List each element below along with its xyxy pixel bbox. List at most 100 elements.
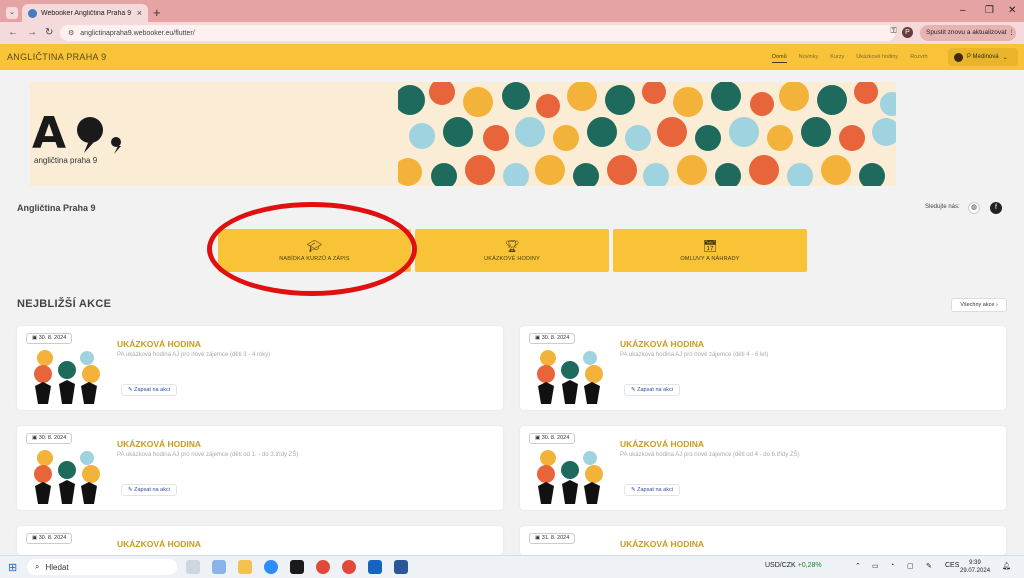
event-card[interactable]: ▣ 30. 8. 2024 UKÁZKOVÁ HODINA PA ukázkov… xyxy=(17,326,503,410)
excuses-label: OMLUVY A NÁHRADY xyxy=(680,255,740,262)
update-button[interactable]: Spustit znovu a aktualizovat ⋮ xyxy=(920,25,1016,41)
nav-news[interactable]: Novinky xyxy=(799,54,819,63)
all-events-label: Všechny akce xyxy=(960,302,995,308)
event-date: ▣ 30. 8. 2024 xyxy=(26,333,73,344)
event-date: ▣ 30. 8. 2024 xyxy=(529,433,576,444)
file-explorer-icon[interactable] xyxy=(238,560,252,574)
minimize-icon[interactable]: – xyxy=(960,5,966,16)
event-description: PA ukázková hodina AJ pro nové zájemce (… xyxy=(117,352,271,358)
back-icon[interactable]: ← xyxy=(8,27,18,38)
event-title: UKÁZKOVÁ HODINA xyxy=(117,539,202,549)
course-offer-button[interactable]: 🎓︎ NABÍDKA KURZŮ A ZÁPIS xyxy=(218,229,411,272)
enroll-button[interactable]: ✎ Zapsat na akci xyxy=(624,484,680,496)
kids-illustration xyxy=(537,350,603,404)
browser-toolbar: ← → ↻ ⚙ anglictinapraha9.webooker.eu/flu… xyxy=(0,22,1024,44)
forward-icon[interactable]: → xyxy=(27,27,37,38)
graduation-cap-icon: 🎓︎ xyxy=(306,238,323,253)
event-card[interactable]: ▣ 30. 8. 2024 UKÁZKOVÁ HODINA PA ukázkov… xyxy=(520,326,1006,410)
event-title: UKÁZKOVÁ HODINA xyxy=(117,439,202,449)
user-menu[interactable]: P Medinová ⌄ xyxy=(948,48,1018,66)
website-globe-icon[interactable]: ◍ xyxy=(968,202,980,214)
event-title: UKÁZKOVÁ HODINA xyxy=(117,339,202,349)
clock-time: 9:39 xyxy=(969,560,981,566)
zoom-app-icon[interactable] xyxy=(264,560,278,574)
tray-app-icon[interactable]: ▭ xyxy=(872,562,879,570)
sample-lessons-label: UKÁZKOVÉ HODINY xyxy=(484,255,540,262)
address-bar[interactable]: ⚙ anglictinapraha9.webooker.eu/flutter/ xyxy=(60,25,895,41)
event-card[interactable]: ▣ 30. 8. 2024 UKÁZKOVÁ HODINA PA ukázkov… xyxy=(520,426,1006,510)
profile-avatar[interactable]: P xyxy=(902,27,913,38)
event-date-text: 30. 8. 2024 xyxy=(38,535,67,541)
new-tab-icon[interactable]: + xyxy=(153,5,161,20)
system-clock[interactable]: 9:39 29.07.2024 xyxy=(960,559,990,575)
tray-network-icon[interactable]: ◔ xyxy=(890,562,894,569)
excuses-button[interactable]: 📅︎ OMLUVY A NÁHRADY xyxy=(613,229,807,272)
close-window-icon[interactable]: ✕ xyxy=(1008,5,1016,16)
trophy-icon: 🏆︎ xyxy=(504,238,520,253)
nav-home[interactable]: Domů xyxy=(772,54,787,63)
event-date-text: 30. 8. 2024 xyxy=(38,335,67,341)
windows-start-icon[interactable]: ⊞ xyxy=(8,561,17,574)
enroll-label: Zapsat na akci xyxy=(134,387,170,393)
tab-search-chevron-icon[interactable]: ⌄ xyxy=(6,7,18,19)
event-card[interactable]: ▣ 30. 8. 2024 UKÁZKOVÁ HODINA PA ukázkov… xyxy=(17,426,503,510)
tray-battery-icon[interactable]: ▢ xyxy=(907,562,914,570)
tab-title: Webooker Angličtina Praha 9 xyxy=(41,9,132,17)
chrome-profile-icon[interactable] xyxy=(342,560,356,574)
outlook-icon[interactable] xyxy=(368,560,382,574)
brand-title[interactable]: ANGLIČTINA PRAHA 9 xyxy=(7,52,106,62)
currency-widget[interactable]: USD/CZK +0,28% xyxy=(765,562,822,569)
nav-sample-lessons[interactable]: Ukázkové hodiny xyxy=(856,54,898,63)
main-nav: Domů Novinky Kurzy Ukázkové hodiny Rozvr… xyxy=(772,54,928,63)
all-events-button[interactable]: Všechny akce › xyxy=(951,298,1007,312)
event-title: UKÁZKOVÁ HODINA xyxy=(620,339,705,349)
chrome-icon[interactable] xyxy=(316,560,330,574)
enroll-button[interactable]: ✎ Zapsat na akci xyxy=(624,384,680,396)
widgets-icon[interactable] xyxy=(212,560,226,574)
event-card[interactable]: ▣ 30. 8. 2024 UKÁZKOVÁ HODINA xyxy=(17,526,503,555)
app-header: ANGLIČTINA PRAHA 9 Domů Novinky Kurzy Uk… xyxy=(0,44,1024,70)
sample-lessons-button[interactable]: 🏆︎ UKÁZKOVÉ HODINY xyxy=(415,229,609,272)
favicon-icon xyxy=(28,8,37,18)
language-indicator[interactable]: CES xyxy=(945,562,959,569)
browser-tab[interactable]: Webooker Angličtina Praha 9 × xyxy=(22,4,148,22)
close-tab-icon[interactable]: × xyxy=(137,8,142,18)
nav-schedule[interactable]: Rozvrh xyxy=(910,54,927,63)
event-title: UKÁZKOVÁ HODINA xyxy=(620,439,705,449)
nav-courses[interactable]: Kurzy xyxy=(830,54,844,63)
user-avatar-icon xyxy=(954,52,963,62)
tray-pen-icon[interactable]: ✎ xyxy=(926,562,932,570)
browser-tab-bar: ⌄ Webooker Angličtina Praha 9 × + – ❐ ✕ xyxy=(0,0,1024,22)
taskbar-search-label: Hledat xyxy=(45,562,69,572)
user-name: P Medinová xyxy=(967,54,999,60)
app-icon[interactable] xyxy=(290,560,304,574)
facebook-icon[interactable]: f xyxy=(990,202,1002,214)
kids-illustration xyxy=(34,450,100,504)
taskbar-search[interactable]: ⌕ Hledat xyxy=(27,559,177,575)
site-info-icon[interactable]: ⚙ xyxy=(68,29,74,37)
event-date-text: 30. 8. 2024 xyxy=(541,435,570,441)
event-card[interactable]: ▣ 31. 8. 2024 UKÁZKOVÁ HODINA xyxy=(520,526,1006,555)
enroll-label: Zapsat na akci xyxy=(134,487,170,493)
speech-bubble-pattern xyxy=(398,82,896,186)
password-key-icon[interactable]: ⚿ xyxy=(891,26,897,36)
tray-chevron-icon[interactable]: ⌃ xyxy=(855,562,861,570)
event-title: UKÁZKOVÁ HODINA xyxy=(620,539,705,549)
chevron-down-icon: ⌄ xyxy=(1002,54,1008,61)
enroll-button[interactable]: ✎ Zapsat na akci xyxy=(121,484,177,496)
restore-icon[interactable]: ❐ xyxy=(985,5,994,16)
follow-label: Sledujte nás: xyxy=(925,204,960,210)
event-date: ▣ 31. 8. 2024 xyxy=(529,533,576,544)
enroll-button[interactable]: ✎ Zapsat na akci xyxy=(121,384,177,396)
task-view-icon[interactable] xyxy=(186,560,200,574)
word-icon[interactable] xyxy=(394,560,408,574)
section-title: NEJBLIŽŠÍ AKCE xyxy=(17,298,112,310)
notifications-icon[interactable]: 🔔︎ xyxy=(1002,562,1011,570)
course-offer-label: NABÍDKA KURZŮ A ZÁPIS xyxy=(279,255,350,262)
logo: A angličtina praha 9 xyxy=(30,82,128,186)
reload-icon[interactable]: ↻ xyxy=(45,27,53,38)
logo-subtitle: angličtina praha 9 xyxy=(34,156,98,165)
event-date-text: 30. 8. 2024 xyxy=(38,435,67,441)
currency-pair: USD/CZK xyxy=(765,562,796,569)
page-title: Angličtina Praha 9 xyxy=(17,203,96,213)
